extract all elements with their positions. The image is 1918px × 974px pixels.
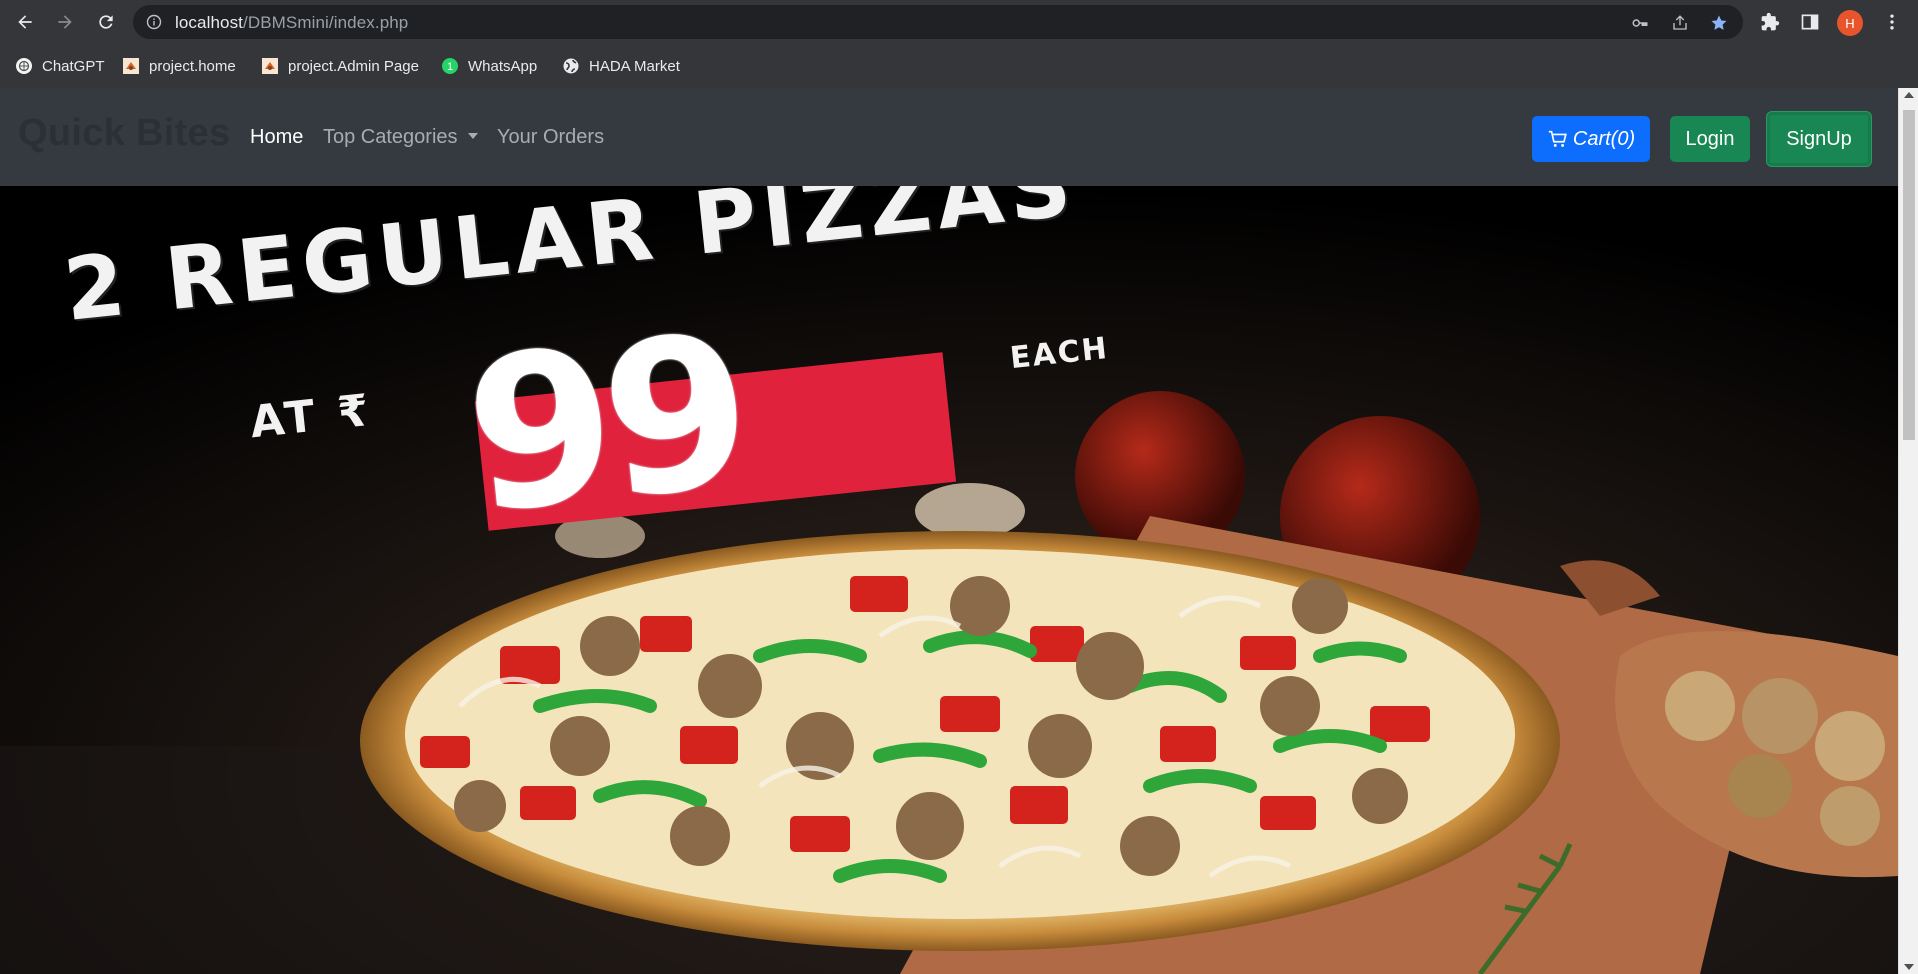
bookmark-project-home[interactable]: project.home [122, 54, 236, 78]
page-favicon [261, 57, 279, 75]
url-path: /DBMSmini/index.php [243, 13, 409, 32]
signup-button[interactable]: SignUp [1767, 112, 1871, 166]
kebab-menu-icon[interactable] [1880, 10, 1904, 34]
bookmark-label: HADA Market [589, 57, 680, 75]
bookmark-label: project.Admin Page [288, 57, 419, 75]
nav-your-orders-link[interactable]: Your Orders [497, 126, 604, 149]
page-viewport: Quick Bites Home Top Categories Your Ord… [0, 88, 1898, 974]
scroll-down-arrow-icon[interactable] [1904, 964, 1914, 970]
whatsapp-badge: 1 [447, 61, 453, 73]
forward-button[interactable] [51, 8, 79, 36]
side-panel-icon[interactable] [1798, 10, 1822, 34]
scrollbar-thumb[interactable] [1903, 110, 1915, 440]
whatsapp-icon: 1 [441, 57, 459, 75]
cart-icon [1548, 130, 1567, 147]
share-icon[interactable] [1670, 13, 1690, 33]
url-host: localhost [175, 13, 243, 32]
bookmark-project-admin[interactable]: project.Admin Page [261, 54, 419, 78]
caret-down-icon [467, 133, 478, 140]
url-text[interactable]: localhost/DBMSmini/index.php [175, 13, 408, 33]
reload-button[interactable] [92, 8, 120, 36]
globe-icon [562, 57, 580, 75]
arrow-right-icon [58, 15, 72, 29]
page-scrollbar[interactable] [1898, 88, 1918, 974]
nav-home-link[interactable]: Home [250, 126, 303, 149]
browser-chrome: localhost/DBMSmini/index.php H ChatGPT p… [0, 0, 1918, 88]
arrow-left-icon [18, 15, 32, 29]
page-favicon [122, 57, 140, 75]
extensions-icon[interactable] [1758, 10, 1782, 34]
nav-top-categories-dropdown[interactable]: Top Categories [323, 126, 478, 149]
bookmark-star-icon[interactable] [1709, 13, 1729, 33]
cart-button[interactable]: Cart(0) [1532, 116, 1650, 162]
bookmark-whatsapp[interactable]: 1 WhatsApp [441, 54, 537, 78]
hero-banner: 2 REGULAR PIZZAS AT ₹ 99 EACH [0, 186, 1898, 974]
reload-icon [99, 15, 113, 29]
bookmark-label: WhatsApp [468, 57, 538, 75]
site-navbar: Quick Bites Home Top Categories Your Ord… [0, 88, 1898, 186]
password-key-icon[interactable] [1630, 13, 1650, 33]
browser-toolbar: localhost/DBMSmini/index.php H [0, 0, 1918, 44]
bookmark-label: project.home [149, 57, 236, 75]
chatgpt-icon [15, 57, 33, 75]
cart-label: Cart(0) [1572, 127, 1636, 150]
scroll-up-arrow-icon[interactable] [1904, 92, 1914, 98]
bookmarks-bar: ChatGPT project.home project.Admin Page … [0, 50, 1918, 82]
promo-price: 99 [456, 288, 753, 561]
nav-top-categories-label: Top Categories [323, 126, 458, 148]
profile-avatar[interactable]: H [1837, 10, 1863, 36]
bookmark-label: ChatGPT [42, 57, 105, 75]
info-icon[interactable] [146, 14, 162, 30]
address-bar[interactable]: localhost/DBMSmini/index.php [133, 5, 1743, 39]
site-brand[interactable]: Quick Bites [18, 112, 230, 155]
bookmark-chatgpt[interactable]: ChatGPT [15, 54, 105, 78]
back-button[interactable] [11, 8, 39, 36]
login-button[interactable]: Login [1670, 116, 1750, 162]
bookmark-hada-market[interactable]: HADA Market [562, 54, 680, 78]
